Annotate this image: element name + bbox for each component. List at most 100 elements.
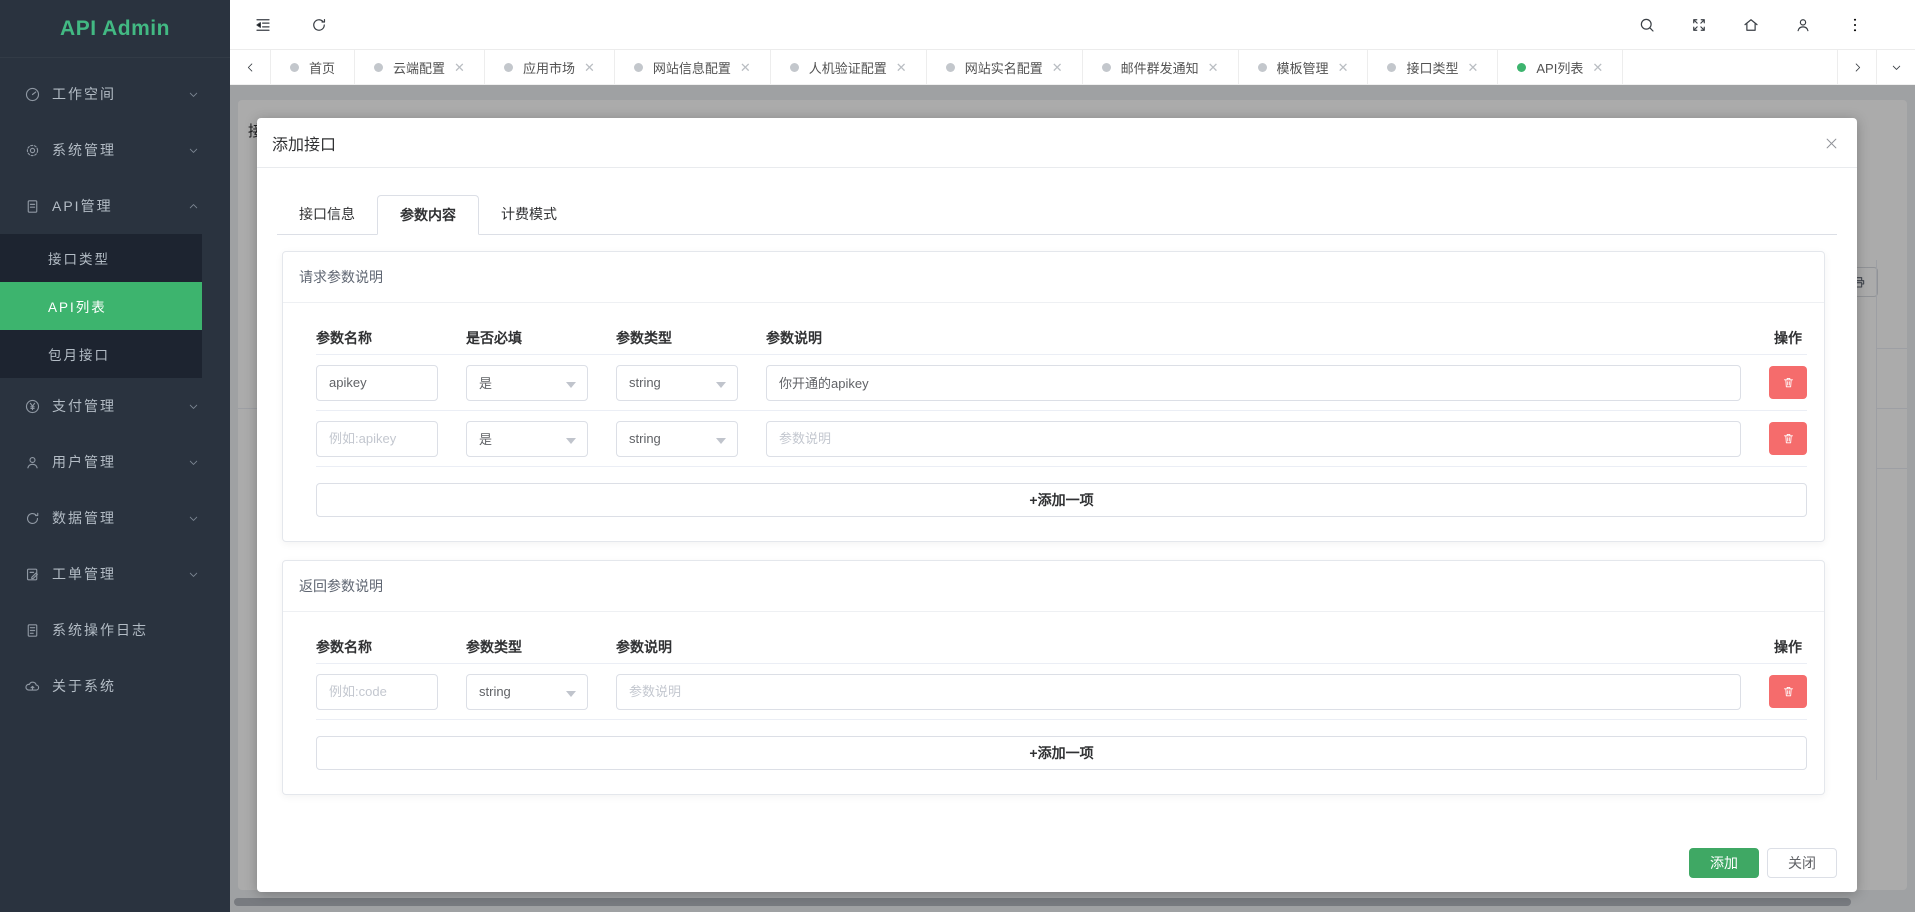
param-name-input[interactable] — [316, 421, 438, 457]
sidebar-item-api-type[interactable]: 接口类型 — [0, 234, 202, 282]
modal-close-button[interactable] — [1819, 131, 1843, 155]
trash-icon — [1782, 432, 1795, 445]
tab-email-broadcast[interactable]: 邮件群发通知 ✕ — [1083, 50, 1239, 84]
user-icon — [1794, 16, 1812, 34]
document-icon — [24, 198, 41, 215]
modal-body: 接口信息 参数内容 计费模式 请求参数说明 参数名称 是否必填 参数类型 参数说… — [257, 168, 1857, 795]
home-button[interactable] — [1733, 0, 1769, 50]
chevron-left-icon — [244, 61, 257, 74]
topbar-left-group — [245, 0, 337, 50]
tab-dot — [290, 63, 299, 72]
request-params-header-row: 参数名称 是否必填 参数类型 参数说明 操作 — [316, 321, 1807, 355]
response-params-header-row: 参数名称 参数类型 参数说明 操作 — [316, 630, 1807, 664]
profile-button[interactable] — [1785, 0, 1821, 50]
delete-row-button[interactable] — [1769, 675, 1807, 708]
tab-close-icon[interactable]: ✕ — [584, 61, 595, 74]
tab-site-info-config[interactable]: 网站信息配置 ✕ — [615, 50, 771, 84]
tab-dot — [374, 63, 383, 72]
param-type-select[interactable]: string — [616, 421, 738, 457]
tab-dot — [504, 63, 513, 72]
sidebar-item-user-manage[interactable]: 用户管理 — [0, 434, 230, 490]
modal-add-button[interactable]: 添加 — [1689, 848, 1759, 878]
search-button[interactable] — [1629, 0, 1665, 50]
tab-dot — [1387, 63, 1396, 72]
modal-header: 添加接口 — [257, 118, 1857, 168]
add-api-modal: 添加接口 接口信息 参数内容 计费模式 请求参数说明 参数名称 是否必填 参数类… — [257, 118, 1857, 892]
tab-captcha-config[interactable]: 人机验证配置 ✕ — [771, 50, 927, 84]
request-params-body: 参数名称 是否必填 参数类型 参数说明 操作 是 — [283, 303, 1824, 541]
close-icon — [1824, 136, 1839, 151]
tab-close-icon[interactable]: ✕ — [1592, 61, 1603, 74]
caret-down-icon — [716, 382, 726, 388]
delete-row-button[interactable] — [1769, 422, 1807, 455]
param-type-select[interactable]: string — [616, 365, 738, 401]
sidebar-api-submenu: 接口类型 API列表 包月接口 — [0, 234, 230, 378]
modal-tabs: 接口信息 参数内容 计费模式 — [277, 195, 1837, 235]
col-header-name: 参数名称 — [316, 328, 438, 348]
ticket-icon — [24, 566, 41, 583]
tab-close-icon[interactable]: ✕ — [1208, 61, 1219, 74]
tab-site-realname-config[interactable]: 网站实名配置 ✕ — [927, 50, 1083, 84]
modal-tab-param-content[interactable]: 参数内容 — [377, 195, 479, 235]
modal-tab-billing-mode[interactable]: 计费模式 — [479, 195, 579, 234]
tab-close-icon[interactable]: ✕ — [1467, 61, 1478, 74]
col-header-desc: 参数说明 — [766, 328, 1741, 348]
sidebar-item-api-list[interactable]: API列表 — [0, 282, 202, 330]
tab-dot — [790, 63, 799, 72]
request-params-title: 请求参数说明 — [283, 252, 1824, 303]
param-name-input[interactable] — [316, 674, 438, 710]
cloud-icon — [24, 678, 41, 695]
modal-tab-api-info[interactable]: 接口信息 — [277, 195, 377, 234]
more-button[interactable] — [1837, 0, 1873, 50]
sidebar-fold-button[interactable] — [245, 0, 281, 50]
tab-close-icon[interactable]: ✕ — [1338, 61, 1349, 74]
sidebar-item-data-manage[interactable]: 数据管理 — [0, 490, 230, 546]
sidebar-item-operation-log[interactable]: 系统操作日志 — [0, 602, 230, 658]
tabs-menu-button[interactable] — [1876, 50, 1915, 84]
tab-close-icon[interactable]: ✕ — [1052, 61, 1063, 74]
tab-close-icon[interactable]: ✕ — [740, 61, 751, 74]
param-required-select[interactable]: 是 — [466, 421, 588, 457]
modal-footer: 添加 关闭 — [1689, 848, 1837, 878]
fullscreen-button[interactable] — [1681, 0, 1717, 50]
sidebar-item-system-manage[interactable]: 系统管理 — [0, 122, 230, 178]
param-desc-input[interactable] — [616, 674, 1741, 710]
tab-template-manage[interactable]: 模板管理 ✕ — [1239, 50, 1369, 84]
tab-app-market[interactable]: 应用市场 ✕ — [485, 50, 615, 84]
trash-icon — [1782, 376, 1795, 389]
param-desc-input[interactable] — [766, 421, 1741, 457]
response-params-panel: 返回参数说明 参数名称 参数类型 参数说明 操作 string — [282, 560, 1825, 795]
param-name-input[interactable] — [316, 365, 438, 401]
sidebar-item-workspace[interactable]: 工作空间 — [0, 66, 230, 122]
refresh-button[interactable] — [301, 0, 337, 50]
modal-cancel-button[interactable]: 关闭 — [1767, 848, 1837, 878]
param-type-select[interactable]: string — [466, 674, 588, 710]
caret-down-icon — [566, 438, 576, 444]
yen-icon — [24, 398, 41, 415]
param-required-select[interactable]: 是 — [466, 365, 588, 401]
delete-row-button[interactable] — [1769, 366, 1807, 399]
tabs-scroll-left-button[interactable] — [230, 50, 271, 84]
add-request-param-button[interactable]: +添加一项 — [316, 483, 1807, 517]
tabs-scroll-right-button[interactable] — [1837, 50, 1876, 84]
col-header-op: 操作 — [1769, 328, 1807, 348]
sidebar-item-about-system[interactable]: 关于系统 — [0, 658, 230, 714]
caret-down-icon — [566, 382, 576, 388]
tab-api-list[interactable]: API列表 ✕ — [1498, 50, 1623, 84]
sidebar-item-ticket-manage[interactable]: 工单管理 — [0, 546, 230, 602]
param-desc-input[interactable] — [766, 365, 1741, 401]
tab-home[interactable]: 首页 — [271, 50, 355, 84]
tab-cloud-config[interactable]: 云端配置 ✕ — [355, 50, 485, 84]
topbar-right-group — [1629, 0, 1873, 50]
tab-close-icon[interactable]: ✕ — [896, 61, 907, 74]
tab-api-type[interactable]: 接口类型 ✕ — [1368, 50, 1498, 84]
user-icon — [24, 454, 41, 471]
add-response-param-button[interactable]: +添加一项 — [316, 736, 1807, 770]
sidebar-item-payment-manage[interactable]: 支付管理 — [0, 378, 230, 434]
tab-close-icon[interactable]: ✕ — [454, 61, 465, 74]
chevron-down-icon — [187, 400, 200, 413]
sidebar-item-monthly-api[interactable]: 包月接口 — [0, 330, 202, 378]
refresh-icon — [310, 16, 328, 34]
sidebar-item-api-manage[interactable]: API管理 — [0, 178, 230, 234]
response-param-row: string — [316, 664, 1807, 720]
